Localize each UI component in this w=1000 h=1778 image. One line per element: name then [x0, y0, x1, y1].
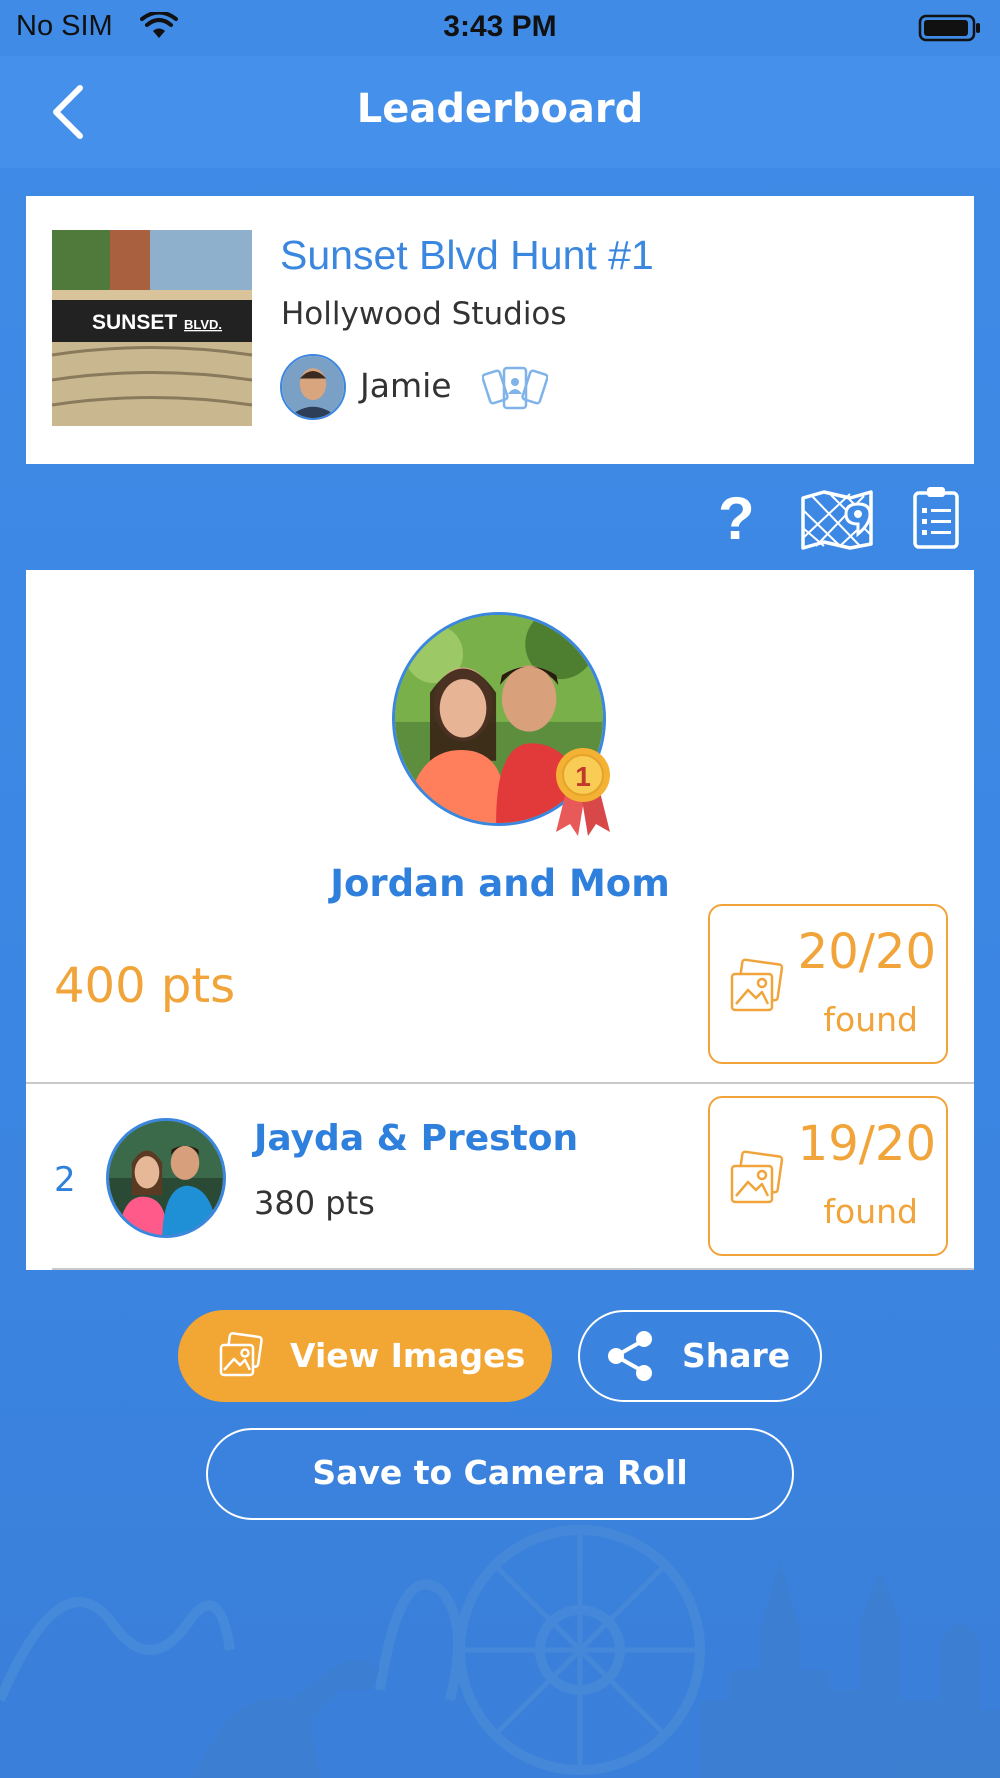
- question-icon[interactable]: ?: [718, 484, 764, 552]
- medal-rank-text: 1: [575, 761, 591, 792]
- winner-points: 400 pts: [54, 958, 236, 1014]
- winner-found-box[interactable]: 20/20 found: [708, 904, 948, 1064]
- photo-icon: [219, 1332, 263, 1377]
- view-images-button[interactable]: View Images: [178, 1310, 552, 1402]
- clipboard-list-icon[interactable]: [912, 484, 960, 550]
- hunt-card[interactable]: SUNSET BLVD. Sunset Blvd Hunt #1 Hollywo…: [26, 196, 974, 464]
- thumb-sign-subtext: BLVD.: [184, 317, 222, 332]
- status-time: 3:43 PM: [443, 10, 557, 43]
- found-label: found: [823, 1000, 918, 1039]
- row-found-box[interactable]: 19/20 found: [708, 1096, 948, 1256]
- share-icon: [608, 1331, 652, 1381]
- status-bar: No SIM 3:43 PM: [0, 0, 1000, 56]
- group-devices-icon: [482, 366, 548, 410]
- row-avatar[interactable]: [106, 1118, 226, 1238]
- creator-name: Jamie: [360, 366, 452, 405]
- found-count: 19/20: [797, 1116, 936, 1172]
- creator-avatar: [280, 354, 346, 420]
- row-rank: 2: [54, 1160, 76, 1200]
- found-count: 20/20: [797, 924, 936, 980]
- page-title: Leaderboard: [356, 86, 644, 132]
- theme-park-skyline-decoration: [0, 1525, 1000, 1778]
- medal-icon: 1: [556, 748, 610, 836]
- toolbar: ?: [0, 484, 1000, 554]
- divider: [26, 1082, 974, 1084]
- leaderboard-card: 1 Jordan and Mom 400 pts 20/20 found 2 J…: [26, 570, 974, 1270]
- hunt-location: Hollywood Studios: [281, 296, 567, 332]
- nav-bar: Leaderboard: [0, 56, 1000, 168]
- hunt-thumbnail: SUNSET BLVD.: [52, 230, 252, 426]
- view-images-label: View Images: [290, 1336, 526, 1375]
- map-icon[interactable]: [800, 488, 874, 550]
- divider: [52, 1268, 974, 1270]
- photo-icon: [730, 1150, 784, 1204]
- row-points: 380 pts: [254, 1184, 375, 1222]
- winner-name: Jordan and Mom: [330, 862, 670, 905]
- row-name[interactable]: Jayda & Preston: [254, 1118, 578, 1159]
- share-label: Share: [682, 1336, 791, 1375]
- share-button[interactable]: Share: [578, 1310, 822, 1402]
- hunt-title: Sunset Blvd Hunt #1: [280, 232, 654, 278]
- photo-icon: [730, 958, 784, 1012]
- found-label: found: [823, 1192, 918, 1231]
- thumb-sign-text: SUNSET: [92, 311, 177, 334]
- battery-icon: [918, 14, 980, 42]
